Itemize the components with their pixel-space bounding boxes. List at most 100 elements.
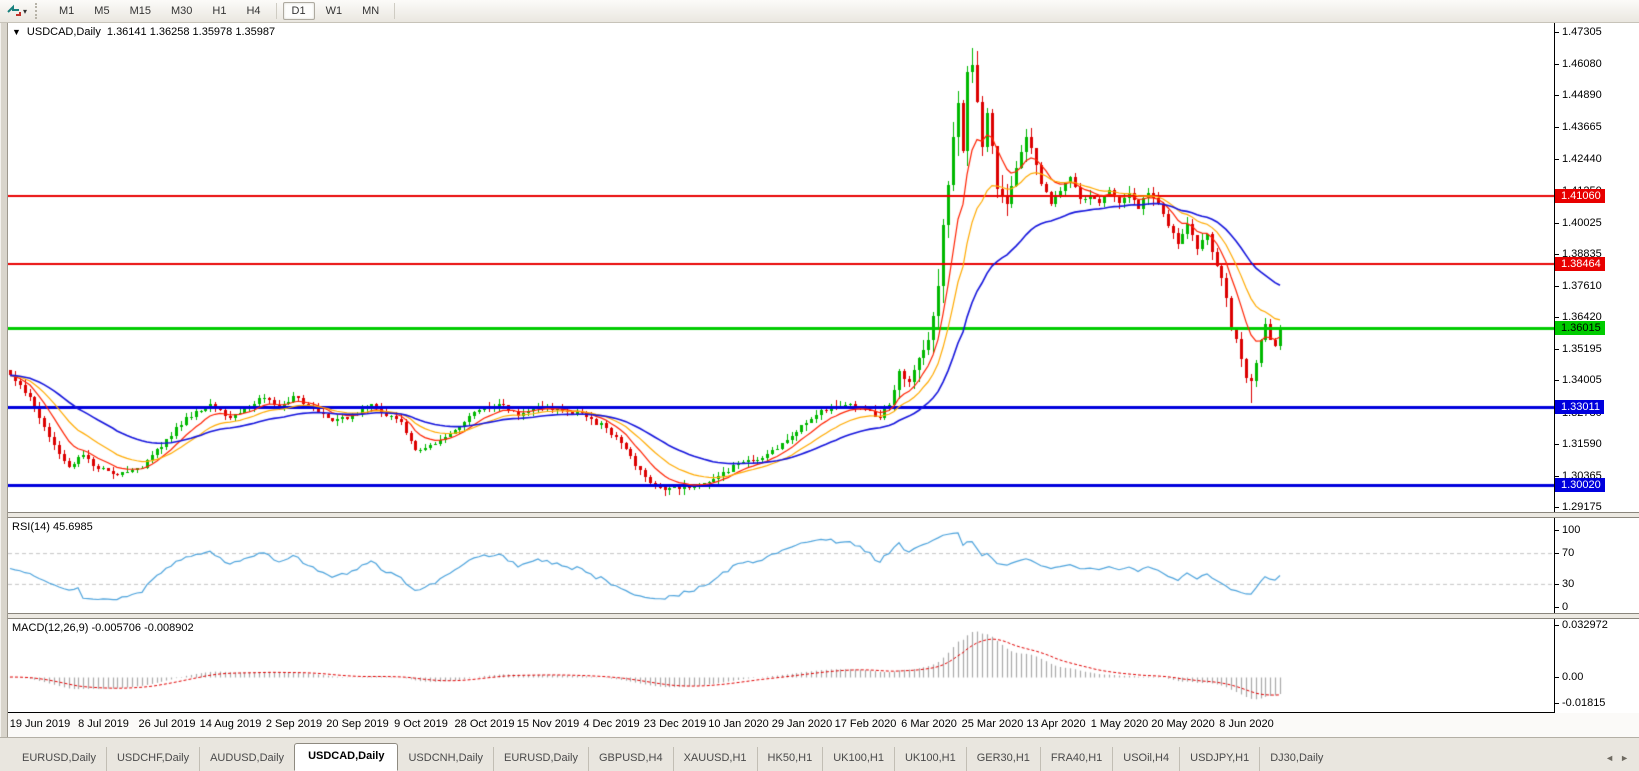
tab-scroll-left-icon[interactable]: ◄ (1605, 753, 1614, 763)
time-axis-label: 15 Nov 2019 (516, 718, 580, 731)
chart-tab-hk50-h1[interactable]: HK50,H1 (756, 747, 823, 771)
chart-tab-audusd-daily[interactable]: AUDUSD,Daily (199, 747, 294, 771)
chart-tab-eurusd-daily[interactable]: EURUSD,Daily (493, 747, 588, 771)
chart-tab-xauusd-h1[interactable]: XAUUSD,H1 (672, 747, 757, 771)
time-axis-label: 10 Jan 2020 (708, 718, 769, 731)
time-axis-label: 23 Dec 2019 (643, 718, 707, 731)
timeframe-button-m1[interactable]: M1 (50, 2, 83, 20)
hline-price-label: 1.36015 (1555, 320, 1605, 335)
rsi-canvas[interactable] (8, 517, 1554, 614)
macd-plot[interactable]: MACD(12,26,9) -0.005706 -0.008902 (8, 619, 1555, 714)
chart-tab-uk100-h1[interactable]: UK100,H1 (893, 747, 966, 771)
rsi-label: RSI(14) 45.6985 (12, 520, 93, 533)
price-axis-tick: 1.44890 (1555, 89, 1602, 101)
rsi-axis-tick: 30 (1555, 578, 1574, 590)
time-axis-label: 14 Aug 2019 (199, 718, 262, 731)
chart-tab-usdcnh-daily[interactable]: USDCNH,Daily (398, 747, 493, 771)
price-plot[interactable]: ▼ USDCAD,Daily 1.36141 1.36258 1.35978 1… (8, 23, 1555, 512)
macd-axis-tick: 0.032972 (1555, 619, 1608, 631)
hline-price-label: 1.38464 (1555, 256, 1605, 271)
rsi-axis-tick: 100 (1555, 524, 1580, 536)
timeframe-button-h1[interactable]: H1 (203, 2, 235, 20)
timeframe-buttons: M1 M5 M15 M30 H1 H4 D1 W1 MN (49, 0, 389, 22)
collapse-chart-icon[interactable]: ▼ (12, 27, 21, 37)
macd-label: MACD(12,26,9) -0.005706 -0.008902 (12, 622, 194, 635)
chart-shell: ▼ USDCAD,Daily 1.36141 1.36258 1.35978 1… (0, 23, 1639, 737)
time-axis-label: 19 Jun 2019 (9, 718, 71, 731)
tab-scroll-right-icon[interactable]: ► (1620, 753, 1629, 763)
time-axis-label: 25 Mar 2020 (961, 718, 1024, 731)
macd-pane: MACD(12,26,9) -0.005706 -0.008902 0.0329… (8, 619, 1639, 714)
timeframe-button-h4[interactable]: H4 (237, 2, 269, 20)
chart-tab-usdchf-daily[interactable]: USDCHF,Daily (105, 747, 199, 771)
chart-tab-usoil-h4[interactable]: USOil,H4 (1112, 747, 1179, 771)
toolbar-separator (275, 3, 277, 19)
chart-tab-ger30-h1[interactable]: GER30,H1 (965, 747, 1040, 771)
toolbar-drag-grip[interactable] (35, 3, 43, 19)
toolbar-separator (394, 3, 396, 19)
timeframe-button-m30[interactable]: M30 (162, 2, 201, 20)
hline-price-label: 1.41060 (1555, 188, 1605, 203)
chart-tab-bar: EURUSD,Daily USDCHF,Daily AUDUSD,Daily USDC… (0, 737, 1639, 771)
macd-canvas[interactable] (8, 619, 1554, 713)
chart-tab-usdcad-daily[interactable]: USDCAD,Daily (294, 743, 399, 771)
time-axis-label: 8 Jun 2020 (1219, 718, 1274, 731)
time-axis-label: 1 May 2020 (1090, 718, 1149, 731)
price-axis[interactable]: 1.473051.460801.448901.436651.424401.412… (1555, 23, 1639, 513)
chevron-down-icon[interactable]: ▾ (23, 7, 27, 16)
hline-price-label: 1.30020 (1555, 477, 1605, 492)
hline-price-label: 1.33011 (1555, 399, 1604, 414)
price-axis-tick: 1.46080 (1555, 58, 1602, 70)
arrows-tool-icon (7, 3, 21, 20)
price-axis-tick: 1.42440 (1555, 153, 1602, 165)
rsi-pane: RSI(14) 45.6985 100 70 30 0 (8, 517, 1639, 614)
left-window-gutter[interactable] (0, 23, 8, 737)
macd-axis[interactable]: 0.032972 0.00 -0.01815 (1555, 619, 1639, 714)
time-axis-label: 29 Jan 2020 (771, 718, 833, 731)
price-axis-tick: 1.43665 (1555, 121, 1602, 133)
time-axis[interactable]: 19 Jun 2019 8 Jul 2019 26 Jul 2019 14 Aug 2… (8, 713, 1639, 737)
time-axis-label: 9 Oct 2019 (394, 718, 448, 731)
timeframe-button-w1[interactable]: W1 (317, 2, 352, 20)
chart-window: ▼ USDCAD,Daily 1.36141 1.36258 1.35978 1… (8, 23, 1639, 737)
chart-tab-usdjpy-h1[interactable]: USDJPY,H1 (1179, 747, 1259, 771)
rsi-axis-tick: 70 (1555, 547, 1574, 559)
price-axis-tick: 1.31590 (1555, 438, 1602, 450)
time-axis-label: 4 Dec 2019 (583, 718, 640, 731)
price-axis-tick: 1.40025 (1555, 217, 1602, 229)
timeframe-button-m5[interactable]: M5 (85, 2, 118, 20)
chart-tab-eurusd-daily[interactable]: EURUSD,Daily (12, 747, 106, 771)
time-axis-label: 28 Oct 2019 (454, 718, 515, 731)
price-axis-tick: 1.29175 (1555, 501, 1602, 513)
macd-axis-tick: -0.01815 (1555, 697, 1605, 709)
tab-scroll-buttons: ◄ ► (1605, 753, 1635, 771)
price-axis-tick: 1.34005 (1555, 374, 1602, 386)
rsi-axis-tick: 0 (1555, 601, 1568, 613)
time-axis-label: 26 Jul 2019 (138, 718, 196, 731)
time-axis-labels: 19 Jun 2019 8 Jul 2019 26 Jul 2019 14 Aug 2… (8, 713, 1554, 737)
chart-tab-fra40-h1[interactable]: FRA40,H1 (1039, 747, 1112, 771)
time-axis-label: 20 May 2020 (1151, 718, 1215, 731)
chart-tab-dj30-daily[interactable]: DJ30,Daily (1259, 747, 1333, 771)
arrows-tool-button[interactable]: ▾ (3, 1, 31, 22)
time-axis-label: 20 Sep 2019 (326, 718, 389, 731)
rsi-axis[interactable]: 100 70 30 0 (1555, 517, 1639, 614)
timeframe-button-d1[interactable]: D1 (282, 2, 315, 20)
time-axis-label: 2 Sep 2019 (265, 718, 323, 731)
price-axis-tick: 1.37610 (1555, 280, 1602, 292)
timeframe-button-m15[interactable]: M15 (121, 2, 160, 20)
time-axis-label: 17 Feb 2020 (834, 718, 897, 731)
chart-tab-uk100-h1[interactable]: UK100,H1 (822, 747, 894, 771)
chart-symbol-period: USDCAD,Daily (26, 26, 101, 38)
price-axis-tick: 1.35195 (1555, 343, 1602, 355)
top-toolbar: ▾ M1 M5 M15 M30 H1 H4 D1 W1 MN (0, 0, 1639, 23)
chart-ohlc-values: 1.36141 1.36258 1.35978 1.35987 (106, 26, 276, 38)
price-axis-tick: 1.47305 (1555, 26, 1602, 38)
rsi-plot[interactable]: RSI(14) 45.6985 (8, 517, 1555, 614)
candlestick-canvas[interactable] (8, 23, 1554, 512)
macd-axis-tick: 0.00 (1555, 671, 1583, 683)
chart-title: ▼ USDCAD,Daily 1.36141 1.36258 1.35978 1… (12, 26, 275, 38)
chart-tab-gbpusd-h4[interactable]: GBPUSD,H4 (588, 747, 673, 771)
time-axis-label: 6 Mar 2020 (901, 718, 957, 731)
timeframe-button-mn[interactable]: MN (353, 2, 388, 20)
